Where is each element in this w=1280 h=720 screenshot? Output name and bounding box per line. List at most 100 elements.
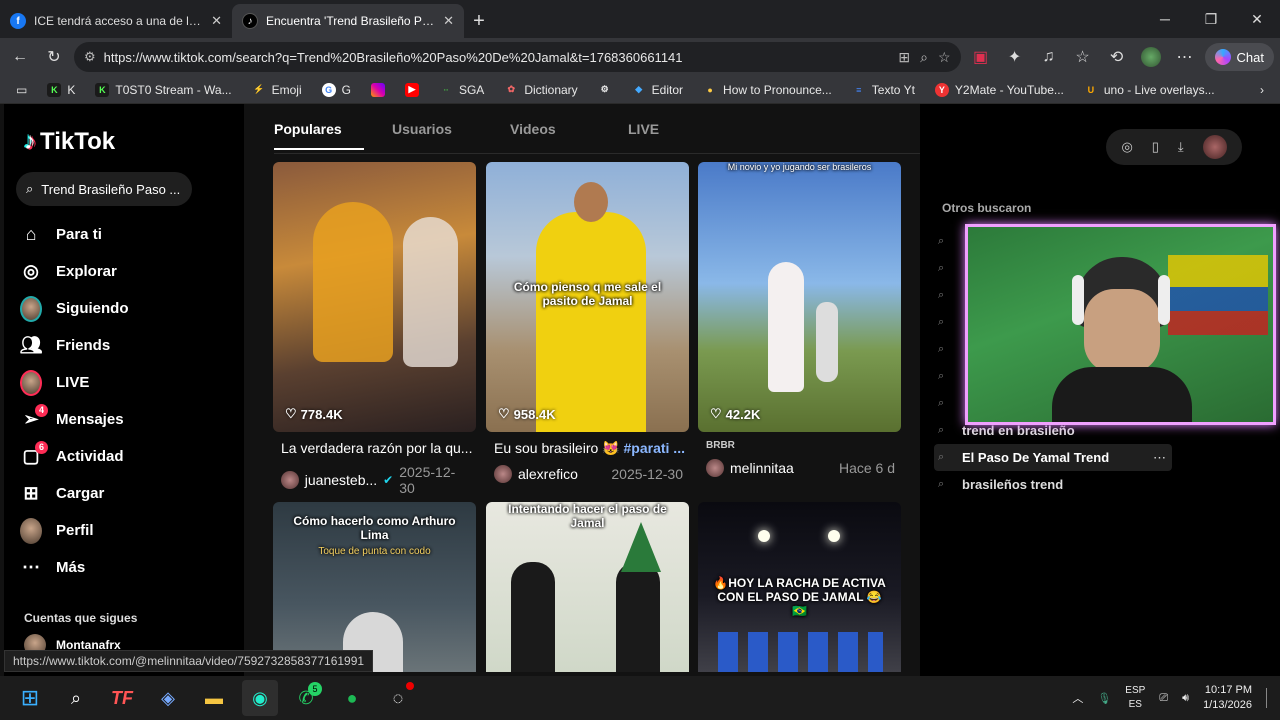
menu-icon[interactable]: ⋯	[1171, 43, 1199, 71]
sidebar-item-cargar[interactable]: ⊞ Cargar	[20, 475, 129, 512]
hashtag-link[interactable]: #parati ...	[624, 440, 685, 456]
tiktok-sidebar: ♪ TikTok ⌕ Trend Brasileño Paso ... ⌂ Par…	[4, 104, 244, 676]
chat-button[interactable]: Chat	[1204, 43, 1274, 71]
bookmark-openai[interactable]: ⚙	[590, 83, 620, 97]
clock[interactable]: 10:17 PM 1/13/2026	[1203, 683, 1252, 713]
tab-populares[interactable]: Populares	[274, 104, 392, 154]
video-card[interactable]: Intentando hacer el paso de Jamal	[486, 502, 689, 672]
vpn-app-icon[interactable]: ◈	[150, 680, 186, 716]
star-icon[interactable]: ☆	[938, 49, 951, 66]
minimize-icon[interactable]: ─	[1142, 0, 1188, 38]
media-icon[interactable]: ♫	[1035, 43, 1063, 71]
history-icon[interactable]: ⟲	[1103, 43, 1131, 71]
video-thumbnail[interactable]: Mi novio y yo jugando ser brasileros ♡ 42…	[698, 162, 901, 432]
edge-browser-icon[interactable]: ◉	[242, 680, 278, 716]
bookmark-youtube[interactable]: ▶	[397, 82, 427, 97]
bookmark-instagram[interactable]	[363, 82, 393, 97]
language-indicator[interactable]: ESP ES	[1125, 684, 1145, 712]
sidebar-item-mas[interactable]: ⋯ Más	[20, 549, 129, 586]
back-icon[interactable]: ←	[6, 43, 34, 71]
video-card[interactable]: Cómo pienso q me sale el pasito de Jamal…	[486, 162, 689, 483]
bookmark-pronounce[interactable]: ● How to Pronounce...	[695, 83, 840, 97]
video-card[interactable]: Cómo hacerlo como Arthuro Lima Toque de …	[273, 502, 476, 672]
extension-icon[interactable]: ▣	[967, 43, 995, 71]
microphone-icon[interactable]: 🎙︎	[1097, 692, 1111, 705]
bookmarks-menu-icon[interactable]: ▭	[8, 83, 35, 97]
bookmark-emoji[interactable]: ⚡ Emoji	[244, 83, 310, 97]
video-thumbnail[interactable]: 🔥HOY LA RACHA DE ACTIVA CON EL PASO DE J…	[698, 502, 901, 672]
bookmarks-bar: ▭ KK K T0ST0 Stream - Wa... ⚡ Emoji GG ▶ ∙…	[0, 76, 1280, 104]
avatar[interactable]	[1202, 135, 1227, 159]
browser-tab-1[interactable]: f ICE tendrá acceso a una de las her ✕	[0, 4, 232, 38]
phone-icon[interactable]: ▯	[1152, 139, 1159, 155]
video-thumbnail[interactable]: ♡ 778.4K	[273, 162, 476, 432]
search-icon: ⌕	[938, 397, 945, 409]
window-controls: ─ ❐ ✕	[1142, 0, 1280, 38]
file-explorer-icon[interactable]: ▬	[196, 680, 232, 716]
video-thumbnail[interactable]: Cómo hacerlo como Arthuro Lima Toque de …	[273, 502, 476, 672]
tab-live[interactable]: LIVE	[628, 104, 746, 154]
spotify-icon[interactable]: ●	[334, 680, 370, 716]
search-icon[interactable]: ⌕	[58, 680, 94, 716]
network-icon[interactable]: ⎚	[1159, 692, 1168, 705]
favorites-icon[interactable]: ☆	[1069, 43, 1097, 71]
browser-toolbar: ← ↻ ⚙ https://www.tiktok.com/search?q=Tr…	[0, 38, 1280, 76]
sidebar-item-para-ti[interactable]: ⌂ Para ti	[20, 216, 129, 253]
maximize-icon[interactable]: ❐	[1188, 0, 1234, 38]
bookmark-uno[interactable]: Uuno - Live overlays...	[1076, 83, 1223, 97]
sidebar-item-actividad[interactable]: ▢ 6 Actividad	[20, 438, 129, 475]
list-item[interactable]: ⌕ brasileños trend	[938, 471, 1172, 498]
sidebar-item-friends[interactable]: 👥︎ Friends	[20, 327, 129, 364]
video-thumbnail[interactable]: Intentando hacer el paso de Jamal	[486, 502, 689, 672]
address-bar[interactable]: ⚙ https://www.tiktok.com/search?q=Trend%…	[74, 42, 961, 72]
download-icon[interactable]: ⤓	[1178, 139, 1184, 155]
bookmark-editor[interactable]: ◆ Editor	[624, 83, 691, 97]
tf-app-icon[interactable]: TF	[104, 680, 140, 716]
bookmark-texto-yt[interactable]: ≡ Texto Yt	[844, 83, 923, 97]
bookmark-y2mate[interactable]: Y Y2Mate - YouTube...	[927, 82, 1072, 97]
bookmark-dictionary[interactable]: ✿ Dictionary	[496, 83, 585, 97]
profile-avatar[interactable]	[1137, 43, 1165, 71]
volume-icon[interactable]: 🔊︎	[1182, 692, 1189, 705]
close-window-icon[interactable]: ✕	[1234, 0, 1280, 38]
sidebar-item-mensajes[interactable]: ➢ 4 Mensajes	[20, 401, 129, 438]
more-options-icon[interactable]: ⋯	[1153, 450, 1166, 466]
zoom-icon[interactable]: ⌕	[920, 49, 928, 66]
whatsapp-icon[interactable]: ✆ 5	[288, 680, 324, 716]
upload-icon: ⊞	[23, 483, 39, 503]
start-icon[interactable]: ⊞	[12, 680, 48, 716]
extensions-puzzle-icon[interactable]: ✦	[1001, 43, 1029, 71]
app-icon[interactable]: ⊞	[898, 49, 910, 66]
bookmark-tosto[interactable]: K T0ST0 Stream - Wa...	[87, 82, 239, 97]
search-input[interactable]: ⌕ Trend Brasileño Paso ...	[16, 172, 192, 206]
chevron-up-icon[interactable]: ︿	[1072, 690, 1083, 706]
video-description[interactable]: Eu sou brasileiro 😻 #parati ...	[486, 440, 689, 457]
tab-usuarios[interactable]: Usuarios	[392, 104, 510, 154]
video-card[interactable]: ♡ 778.4K La verdadera razón por la qu... …	[273, 162, 476, 496]
bookmark-sga[interactable]: ∙∙ SGA	[431, 83, 492, 97]
bookmark-k[interactable]: KK	[39, 82, 83, 97]
video-card[interactable]: 🔥HOY LA RACHA DE ACTIVA CON EL PASO DE J…	[698, 502, 901, 672]
browser-tab-2[interactable]: ♪ Encuentra 'Trend Brasileño Paso De ✕	[232, 4, 464, 38]
tab-videos[interactable]: Videos	[510, 104, 628, 154]
video-description[interactable]: La verdadera razón por la qu...	[273, 440, 476, 456]
close-tab-icon[interactable]: ✕	[211, 13, 222, 29]
site-info-icon[interactable]: ⚙	[84, 49, 96, 65]
bookmark-google[interactable]: GG	[314, 82, 359, 97]
video-card[interactable]: Mi novio y yo jugando ser brasileros ♡ 42…	[698, 162, 901, 477]
compass-icon[interactable]: ◎	[1121, 139, 1132, 155]
sidebar-item-siguiendo[interactable]: Siguiendo	[20, 290, 129, 327]
video-description[interactable]: BRBR	[698, 440, 901, 451]
obs-icon[interactable]: ◌	[380, 680, 416, 716]
notification-icon[interactable]	[1266, 688, 1270, 708]
tiktok-logo[interactable]: ♪ TikTok	[24, 128, 115, 156]
sidebar-item-perfil[interactable]: Perfil	[20, 512, 129, 549]
bookmarks-more-icon[interactable]: ›	[1252, 83, 1272, 97]
new-tab-button[interactable]: +	[464, 4, 494, 38]
video-thumbnail[interactable]: Cómo pienso q me sale el pasito de Jamal…	[486, 162, 689, 432]
sidebar-item-explorar[interactable]: ◎ Explorar	[20, 253, 129, 290]
sidebar-item-live[interactable]: LIVE	[20, 364, 129, 401]
list-item[interactable]: ⌕ El Paso De Yamal Trend ⋯	[934, 444, 1172, 471]
close-tab-icon[interactable]: ✕	[443, 13, 454, 29]
reload-icon[interactable]: ↻	[40, 43, 68, 71]
